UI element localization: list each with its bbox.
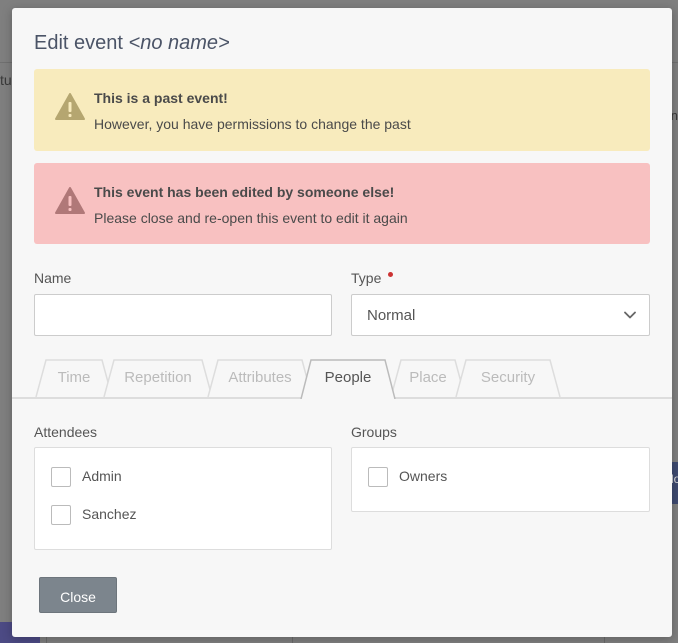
group-label: Owners	[399, 468, 448, 484]
edited-by-other-alert: This event has been edited by someone el…	[34, 163, 650, 244]
tab-security[interactable]: Security	[454, 358, 562, 397]
background-button: lo	[671, 462, 678, 504]
attendee-label: Sanchez	[82, 506, 137, 522]
tab-label: Attributes	[228, 369, 292, 386]
type-select-value: Normal	[367, 307, 416, 324]
name-label: Name	[34, 270, 72, 286]
tab-label: Repetition	[124, 369, 192, 386]
modal-title-prefix: Edit event	[34, 32, 123, 54]
edit-event-modal: Edit event <no name> This is a past even…	[12, 8, 672, 637]
alert-title: This event has been edited by someone el…	[94, 184, 395, 200]
tab-attributes[interactable]: Attributes	[206, 358, 314, 397]
alert-message: However, you have permissions to change …	[94, 116, 411, 132]
attendee-checkbox[interactable]	[51, 505, 71, 525]
required-indicator	[388, 272, 394, 277]
type-select[interactable]: Normal	[351, 294, 650, 336]
tab-label: Security	[480, 369, 536, 386]
chevron-down-icon	[624, 311, 636, 319]
alert-message: Please close and re-open this event to e…	[94, 210, 408, 226]
tab-repetition[interactable]: Repetition	[102, 358, 214, 397]
modal-title-event-name: <no name>	[128, 32, 230, 54]
past-event-alert: This is a past event! However, you have …	[34, 69, 650, 151]
modal-title: Edit event <no name>	[34, 32, 230, 55]
groups-list: Owners	[351, 447, 650, 512]
tab-people[interactable]: People	[300, 358, 396, 399]
name-input[interactable]	[34, 294, 332, 336]
attendee-label: Admin	[82, 468, 122, 484]
alert-title: This is a past event!	[94, 90, 228, 106]
attendees-label: Attendees	[34, 424, 98, 440]
groups-label: Groups	[351, 424, 397, 440]
close-button[interactable]: Close	[39, 577, 117, 613]
warning-triangle-icon	[55, 187, 85, 214]
type-label-text: Type	[351, 270, 382, 286]
warning-triangle-icon	[55, 93, 85, 120]
group-checkbox[interactable]	[368, 467, 388, 487]
attendee-checkbox[interactable]	[51, 467, 71, 487]
type-label: Type	[351, 270, 394, 286]
background-button-label: lo	[671, 472, 678, 486]
tab-label: People	[324, 369, 372, 386]
attendees-list: Admin Sanchez	[34, 447, 332, 550]
